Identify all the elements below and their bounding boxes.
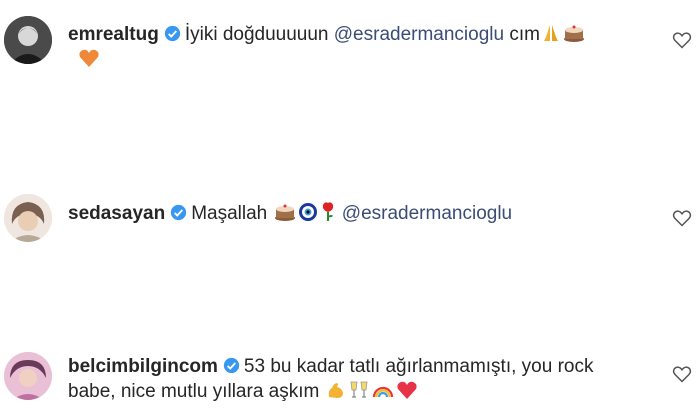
comment-body-line2: babe, nice mutlu yıllara aşkım xyxy=(68,381,320,402)
comment-text: belcimbilgincom 53 bu kadar tatlı ağırlan… xyxy=(68,354,660,404)
username[interactable]: emrealtug xyxy=(68,24,159,45)
orange-heart-emoji xyxy=(79,49,99,67)
clinking-glasses-emoji xyxy=(350,381,368,398)
heart-outline-icon[interactable] xyxy=(672,208,692,228)
comment-text: emrealtug İyiki doğduuuuun @esradermancio… xyxy=(68,22,660,72)
cake-emoji xyxy=(563,25,584,42)
comment-item: emrealtug İyiki doğduuuuun @esradermancio… xyxy=(0,0,700,110)
avatar[interactable] xyxy=(4,194,52,242)
verified-badge-icon xyxy=(164,25,180,42)
comment-body-line1: 53 bu kadar tatlı ağırlanmamıştı, you ro… xyxy=(243,356,594,377)
comment-body: İyiki doğduuuuun xyxy=(184,24,329,45)
rose-emoji xyxy=(322,202,333,221)
mention-link[interactable]: @esradermancioglu xyxy=(342,203,512,224)
username[interactable]: sedasayan xyxy=(68,203,165,224)
praying-hands-emoji xyxy=(543,25,558,41)
heart-outline-icon[interactable] xyxy=(672,30,692,50)
comment-body-suffix: cım xyxy=(509,24,540,45)
mention-link[interactable]: @esradermancioglu xyxy=(334,24,504,45)
heart-outline-icon[interactable] xyxy=(672,364,692,384)
comment-item: sedasayan Maşallah @esradermancioglu xyxy=(0,180,700,260)
avatar[interactable] xyxy=(4,16,52,64)
comment-item: belcimbilgincom 53 bu kadar tatlı ağırlan… xyxy=(0,340,700,408)
verified-badge-icon xyxy=(171,204,187,221)
comment-text: sedasayan Maşallah @esradermancioglu xyxy=(68,200,660,226)
flexed-biceps-emoji xyxy=(328,383,343,398)
evil-eye-emoji xyxy=(298,203,317,221)
comment-body: Maşallah xyxy=(191,203,268,224)
avatar[interactable] xyxy=(4,352,52,400)
verified-badge-icon xyxy=(223,357,240,374)
username[interactable]: belcimbilgincom xyxy=(68,356,218,377)
rainbow-emoji xyxy=(372,386,393,398)
red-heart-emoji xyxy=(397,381,417,399)
cake-emoji xyxy=(274,204,295,221)
